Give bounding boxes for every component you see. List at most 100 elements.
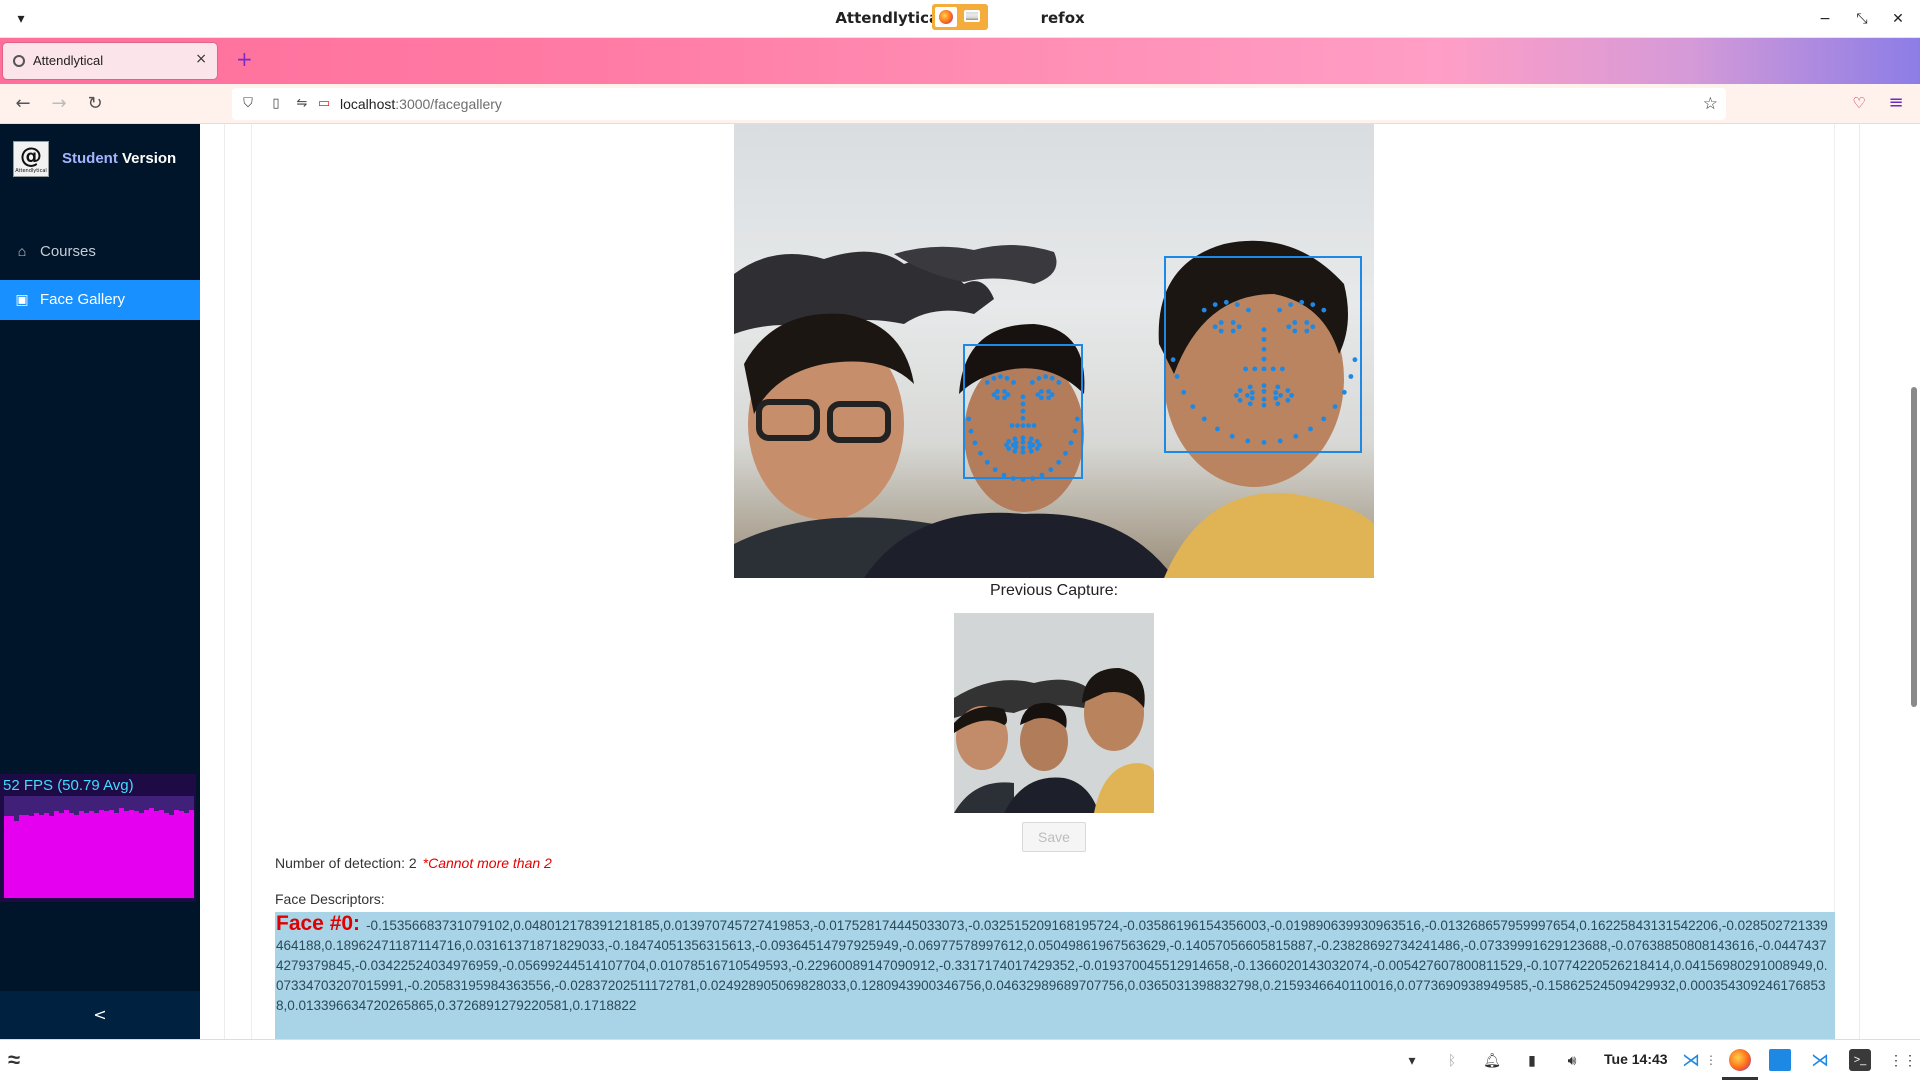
landmark-point xyxy=(1293,433,1299,439)
landmark-point xyxy=(1247,384,1253,390)
landmark-point xyxy=(998,374,1003,379)
reload-icon[interactable]: ↻ xyxy=(84,93,106,115)
brand-logo-mark: @ xyxy=(20,144,42,169)
page-scrollbar[interactable] xyxy=(1908,124,1920,1039)
screen-share-indicator[interactable] xyxy=(932,4,988,30)
url-path: :3000/facegallery xyxy=(395,96,502,112)
page-scrollbar-thumb[interactable] xyxy=(1911,387,1917,707)
landmark-point xyxy=(1006,439,1012,444)
minimize-icon[interactable]: − xyxy=(1815,9,1835,29)
brand-title: Student Version xyxy=(62,150,176,167)
overflow-dots-icon[interactable]: ⋮ xyxy=(1705,1049,1717,1071)
landmark-point xyxy=(1028,448,1034,454)
camera-permission-icon[interactable]: ▭ xyxy=(316,96,332,112)
sidebar-item-label: Face Gallery xyxy=(40,291,126,308)
landmark-point xyxy=(1299,299,1305,305)
files-icon[interactable] xyxy=(1769,1049,1791,1071)
sidebar-item-label: Courses xyxy=(40,243,96,260)
landmark-point xyxy=(1286,324,1292,330)
landmark-point xyxy=(1352,357,1358,363)
back-icon[interactable]: ← xyxy=(12,93,34,115)
landmark-point xyxy=(1275,384,1281,390)
landmark-point xyxy=(1181,389,1187,395)
close-window-icon[interactable]: ✕ xyxy=(1888,9,1908,29)
terminal-icon[interactable]: >_ xyxy=(1849,1049,1871,1071)
landmark-point xyxy=(1039,472,1045,478)
clipboard-icon[interactable]: ▮ xyxy=(1522,1050,1542,1070)
tab-attendlytical[interactable]: Attendlytical × xyxy=(3,43,217,79)
url-bar[interactable]: ⛉ ▯ ⇋ ▭ localhost:3000/facegallery ☆ xyxy=(232,88,1726,120)
window-titlebar: ▾ Attendlytical — Mrefox − ⤡ ✕ xyxy=(0,0,1920,38)
vscode-icon[interactable]: ⋊ xyxy=(1680,1049,1702,1071)
tab-close-icon[interactable]: × xyxy=(195,51,207,67)
save-button[interactable]: Save xyxy=(1022,822,1086,852)
landmark-point xyxy=(1237,388,1243,393)
detection-count-text: Number of detection: 2 xyxy=(275,855,417,871)
favicon-icon xyxy=(13,55,25,67)
grid-apps-icon[interactable]: ⋮⋮ xyxy=(1889,1049,1917,1071)
fps-text: 52 FPS (50.79 Avg) xyxy=(3,777,134,794)
landmark-point xyxy=(1277,307,1282,313)
face-descriptor-block: Face #0: -0.15356683731079102,0.048012178… xyxy=(275,912,1835,1039)
landmark-point xyxy=(984,459,990,465)
app-menu-icon[interactable]: ≡ xyxy=(1886,92,1906,113)
sidebar-collapse-button[interactable]: < xyxy=(0,991,200,1039)
landmark-point xyxy=(1261,440,1267,445)
landmark-point xyxy=(1031,423,1037,428)
brand-logo: @ Attendlytical xyxy=(13,141,49,177)
landmark-point xyxy=(1237,397,1243,403)
landmark-point xyxy=(1275,401,1281,407)
landmark-point xyxy=(1215,426,1220,432)
landmark-point xyxy=(995,389,1000,394)
clock[interactable]: Tue 14:43 xyxy=(1604,1051,1668,1067)
zorin-menu-icon[interactable]: ≈ xyxy=(8,1048,34,1072)
landmark-point xyxy=(1341,389,1347,395)
landmark-point xyxy=(1234,302,1240,307)
landmark-point xyxy=(1246,307,1251,313)
volume-icon[interactable]: 🔊︎ xyxy=(1562,1050,1582,1070)
landmark-point xyxy=(1010,476,1016,481)
sidebar: @ Attendlytical Student Version ⌂ Course… xyxy=(0,124,200,1039)
face-descriptor-values: -0.15356683731079102,0.04801217839121818… xyxy=(276,918,1828,1013)
wifi-icon[interactable]: ▾ xyxy=(1402,1050,1422,1070)
landmark-point xyxy=(1015,423,1020,428)
forward-icon[interactable]: → xyxy=(48,93,70,115)
landmark-point xyxy=(1020,439,1026,445)
landmark-point xyxy=(1174,374,1180,379)
landmark-point xyxy=(1278,393,1283,398)
firefox-icon xyxy=(935,7,957,27)
permissions-icon[interactable]: ⇋ xyxy=(294,96,310,112)
landmark-point xyxy=(1249,390,1255,395)
sidebar-item-courses[interactable]: ⌂ Courses xyxy=(0,232,200,272)
page-info-icon[interactable]: ▯ xyxy=(268,96,284,112)
firefox-taskbar-icon[interactable] xyxy=(1729,1049,1751,1071)
vscode-icon-2[interactable]: ⋊ xyxy=(1809,1049,1831,1071)
landmark-point xyxy=(1002,389,1007,394)
landmark-point xyxy=(1048,467,1054,473)
restore-icon[interactable]: ⤡ xyxy=(1852,9,1872,29)
person-right-shirt xyxy=(1164,493,1374,578)
landmark-point xyxy=(1332,404,1338,409)
landmark-point xyxy=(1261,337,1267,342)
bluetooth-icon[interactable]: ᛒ xyxy=(1442,1050,1462,1070)
pocket-icon[interactable]: ♡ xyxy=(1850,94,1868,112)
landmark-point xyxy=(1043,374,1048,379)
notifications-icon[interactable]: 🔔︎ xyxy=(1482,1050,1502,1070)
tracking-shield-icon[interactable]: ⛉ xyxy=(240,96,256,112)
landmark-point xyxy=(978,450,983,456)
new-tab-button[interactable]: + xyxy=(236,48,253,70)
landmark-point xyxy=(1020,449,1026,455)
image-icon: ▣ xyxy=(15,291,29,307)
landmark-point xyxy=(1218,320,1224,325)
landmark-point xyxy=(1011,380,1016,385)
landmark-point xyxy=(991,375,997,381)
landmark-point xyxy=(1243,366,1248,372)
landmark-point xyxy=(1270,366,1276,372)
bookmark-star-icon[interactable]: ☆ xyxy=(1703,94,1718,114)
landmark-point xyxy=(1212,324,1218,330)
landmark-point xyxy=(1212,302,1218,307)
sidebar-item-face-gallery[interactable]: ▣ Face Gallery xyxy=(0,280,200,320)
brand-logo-caption: Attendlytical xyxy=(15,168,47,174)
url-text[interactable]: localhost:3000/facegallery xyxy=(340,96,502,112)
landmark-point xyxy=(1280,366,1285,372)
